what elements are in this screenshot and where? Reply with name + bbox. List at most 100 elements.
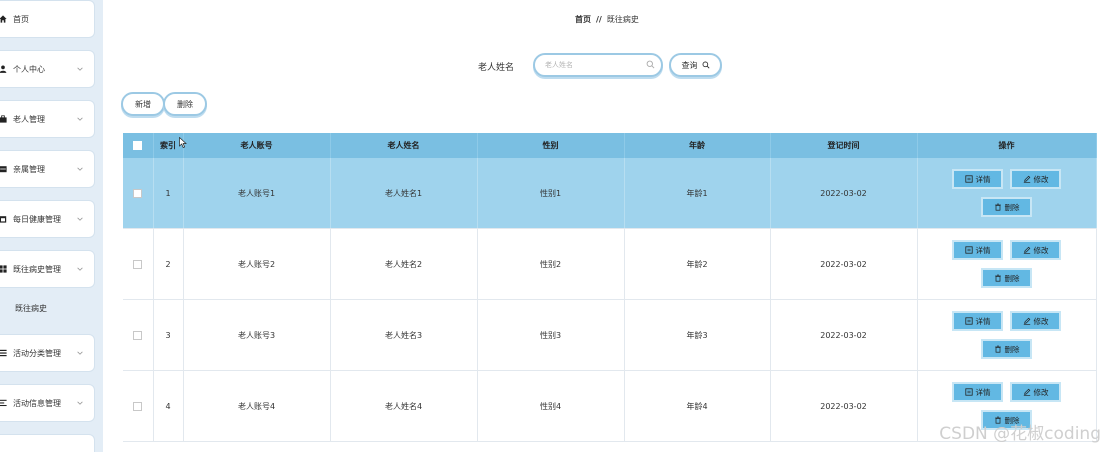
cell-actions: 详情 修改 删除 <box>917 158 1097 229</box>
main-content: 首页 // 既往病史 老人姓名 查询 新增 删除 索引 老人账号 老人姓名 性别 年… <box>103 0 1107 452</box>
detail-button[interactable]: 详情 <box>952 240 1003 260</box>
row-delete-button-label: 删除 <box>1004 273 1020 283</box>
chevron-down-icon <box>77 117 83 121</box>
search-input[interactable] <box>543 55 647 75</box>
delete-button-label: 删除 <box>177 99 193 109</box>
chevron-down-icon <box>77 401 83 405</box>
trash-icon <box>994 274 1001 282</box>
sidebar-item-label: 活动分类管理 <box>13 348 61 358</box>
table-row[interactable]: 3 老人账号3 老人姓名3 性别3 年龄3 2022-03-02 详情 修改 删… <box>123 299 1097 371</box>
row-delete-button-label: 删除 <box>1004 202 1020 212</box>
home-icon <box>0 15 7 23</box>
table-row[interactable]: 2 老人账号2 老人姓名2 性别2 年龄2 2022-03-02 详情 修改 删… <box>123 228 1097 300</box>
sidebar-item-activity-info[interactable]: 活动信息管理 <box>0 384 95 422</box>
sidebar: 首页 个人中心 老人管理 亲属管理 每日健康管理 既往病史管理 既往病史 活动分… <box>0 0 103 452</box>
cell-index: 2 <box>153 228 184 300</box>
watermark: CSDN @花椒coding <box>939 424 1101 444</box>
search-icon <box>702 61 709 69</box>
chevron-down-icon <box>77 351 83 355</box>
cell-name: 老人姓名4 <box>330 370 478 442</box>
cell-name: 老人姓名3 <box>330 299 478 371</box>
grid-icon <box>0 265 7 273</box>
row-checkbox[interactable] <box>133 188 143 198</box>
calendar-icon <box>0 215 7 223</box>
sidebar-item-elderly[interactable]: 老人管理 <box>0 100 95 138</box>
header-select-all[interactable] <box>123 133 154 158</box>
detail-button[interactable]: 详情 <box>952 311 1003 331</box>
edit-icon <box>1023 175 1030 183</box>
cell-age: 年龄2 <box>624 228 771 300</box>
sidebar-item-home[interactable]: 首页 <box>0 0 95 38</box>
cell-actions: 详情 修改 删除 <box>917 228 1097 300</box>
list-icon <box>0 349 7 357</box>
user-icon <box>0 65 7 73</box>
sidebar-item-label: 个人中心 <box>13 64 45 74</box>
row-delete-button[interactable]: 删除 <box>981 197 1032 217</box>
sidebar-item-activity-category[interactable]: 活动分类管理 <box>0 334 95 372</box>
detail-button[interactable]: 详情 <box>952 382 1003 402</box>
row-delete-button[interactable]: 删除 <box>981 268 1032 288</box>
cell-date: 2022-03-02 <box>770 299 918 371</box>
header-gender: 性别 <box>477 133 625 158</box>
sidebar-item-more[interactable] <box>0 434 95 452</box>
row-checkbox[interactable] <box>133 401 143 411</box>
search-field[interactable] <box>533 53 663 77</box>
query-button[interactable]: 查询 <box>669 53 722 77</box>
breadcrumb-home[interactable]: 首页 <box>575 15 591 24</box>
document-icon <box>964 388 973 396</box>
detail-button[interactable]: 详情 <box>952 169 1003 189</box>
row-checkbox[interactable] <box>133 259 143 269</box>
chevron-down-icon <box>77 267 83 271</box>
sidebar-subitem-medical-history[interactable]: 既往病史 <box>15 303 47 314</box>
breadcrumb: 首页 // 既往病史 <box>575 14 639 25</box>
edit-button-label: 修改 <box>1033 316 1049 326</box>
chevron-down-icon <box>77 167 83 171</box>
edit-button-label: 修改 <box>1033 174 1049 184</box>
cell-date: 2022-03-02 <box>770 228 918 300</box>
mouse-cursor-icon <box>179 137 187 148</box>
row-delete-button[interactable]: 删除 <box>981 339 1032 359</box>
data-table: 索引 老人账号 老人姓名 性别 年龄 登记时间 操作 1 老人账号1 老人姓名1… <box>123 133 1097 442</box>
sidebar-item-medical-history[interactable]: 既往病史管理 <box>0 250 95 288</box>
cell-account: 老人账号2 <box>183 228 331 300</box>
sidebar-item-label: 每日健康管理 <box>13 214 61 224</box>
breadcrumb-separator: // <box>596 15 602 24</box>
cell-name: 老人姓名1 <box>330 158 478 229</box>
add-button[interactable]: 新增 <box>121 92 165 116</box>
table-header-row: 索引 老人账号 老人姓名 性别 年龄 登记时间 操作 <box>123 133 1097 158</box>
row-checkbox[interactable] <box>133 330 143 340</box>
edit-button[interactable]: 修改 <box>1010 311 1061 331</box>
delete-button[interactable]: 删除 <box>163 92 207 116</box>
sidebar-item-label: 活动信息管理 <box>13 398 61 408</box>
chevron-down-icon <box>77 67 83 71</box>
cell-gender: 性别3 <box>477 299 625 371</box>
cell-account: 老人账号4 <box>183 370 331 442</box>
header-name: 老人姓名 <box>330 133 478 158</box>
search-icon <box>646 60 655 69</box>
sidebar-item-daily-health[interactable]: 每日健康管理 <box>0 200 95 238</box>
header-date: 登记时间 <box>770 133 918 158</box>
select-all-checkbox[interactable] <box>133 141 143 150</box>
edit-button[interactable]: 修改 <box>1010 240 1061 260</box>
document-icon <box>964 317 973 325</box>
cell-account: 老人账号3 <box>183 299 331 371</box>
edit-icon <box>1023 317 1030 325</box>
sidebar-item-relatives[interactable]: 亲属管理 <box>0 150 95 188</box>
cell-name: 老人姓名2 <box>330 228 478 300</box>
cell-age: 年龄4 <box>624 370 771 442</box>
cell-date: 2022-03-02 <box>770 158 918 229</box>
header-actions: 操作 <box>917 133 1097 158</box>
cell-gender: 性别4 <box>477 370 625 442</box>
edit-button[interactable]: 修改 <box>1010 169 1061 189</box>
cell-gender: 性别2 <box>477 228 625 300</box>
table-row[interactable]: 1 老人账号1 老人姓名1 性别1 年龄1 2022-03-02 详情 修改 删… <box>123 158 1097 229</box>
edit-button-label: 修改 <box>1033 245 1049 255</box>
sidebar-item-label: 首页 <box>13 14 29 24</box>
sidebar-item-label: 既往病史管理 <box>13 264 61 274</box>
edit-button[interactable]: 修改 <box>1010 382 1061 402</box>
trash-icon <box>994 203 1001 211</box>
edit-button-label: 修改 <box>1033 387 1049 397</box>
cell-actions: 详情 修改 删除 <box>917 299 1097 371</box>
cell-index: 4 <box>153 370 184 442</box>
sidebar-item-profile[interactable]: 个人中心 <box>0 50 95 88</box>
